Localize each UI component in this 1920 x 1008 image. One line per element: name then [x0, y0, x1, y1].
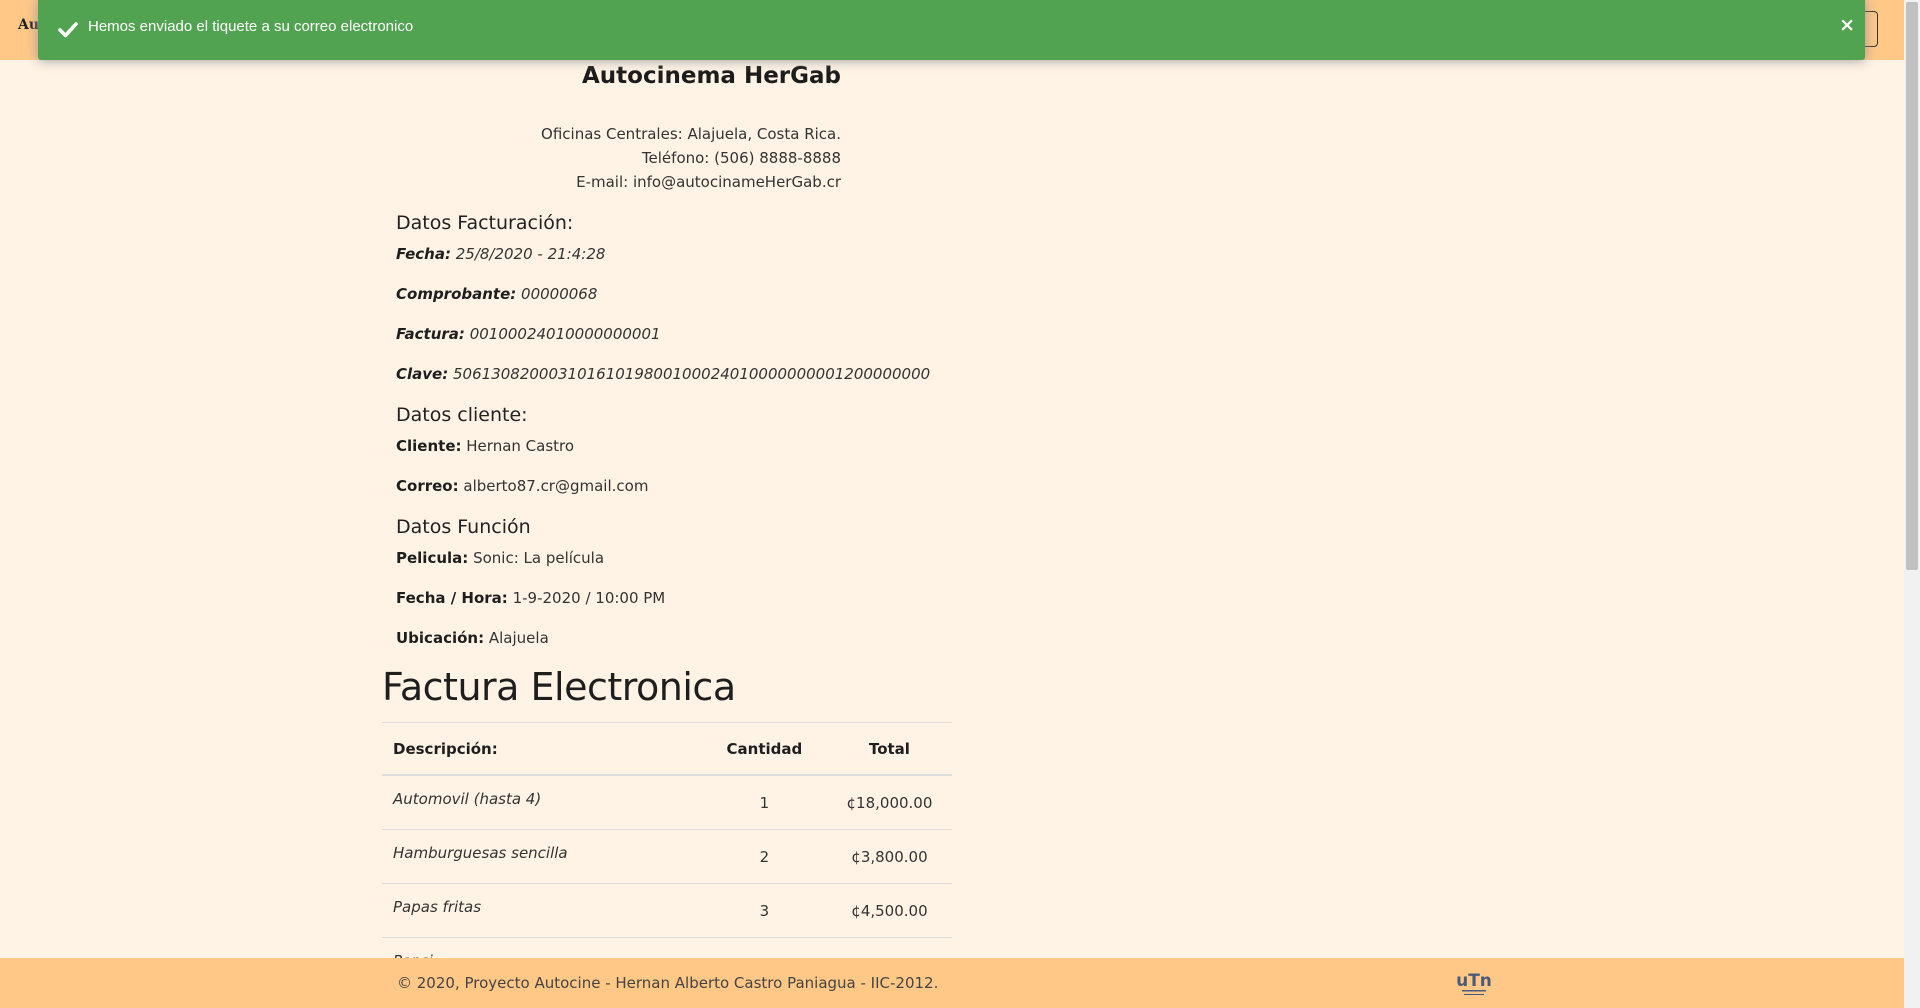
- billing-key: Clave: 506130820003101610198001000240100…: [396, 365, 930, 383]
- billing-date-label: Fecha:: [396, 245, 451, 263]
- header-total: Total: [826, 722, 952, 776]
- table-row: Hamburguesas sencilla 2 ¢3,800.00: [382, 829, 952, 884]
- billing-date-value: 25/8/2020 - 21:4:28: [455, 245, 606, 263]
- function-section-title: Datos Función: [396, 516, 531, 538]
- row-description: Automovil (hasta 4): [382, 774, 702, 830]
- success-toast[interactable]: Hemos enviado el tiquete a su correo ele…: [38, 0, 1865, 60]
- row-quantity: 1: [701, 774, 827, 830]
- row-total: ¢18,000.00: [826, 774, 952, 830]
- client-email-label: Correo:: [396, 477, 459, 495]
- invoice-heading: Factura Electronica: [382, 665, 736, 709]
- function-location-label: Ubicación:: [396, 629, 485, 647]
- function-datetime-label: Fecha / Hora:: [396, 589, 508, 607]
- svg-text:uTn: uTn: [1456, 971, 1492, 991]
- invoice-table: Descripción: Cantidad Total Automovil (h…: [382, 722, 952, 991]
- header-quantity: Cantidad: [701, 722, 827, 776]
- header-description: Descripción:: [382, 722, 702, 776]
- row-description: Papas fritas: [382, 883, 702, 938]
- billing-invoice-label: Factura:: [396, 325, 465, 343]
- company-info: Oficinas Centrales: Alajuela, Costa Rica…: [380, 122, 841, 194]
- client-name-label: Cliente:: [396, 437, 462, 455]
- billing-invoice-value: 00100024010000000001: [469, 325, 661, 343]
- row-quantity: 3: [701, 883, 827, 938]
- company-email: E-mail: info@autocinameHerGab.cr: [576, 173, 841, 191]
- billing-invoice-number: Factura: 00100024010000000001: [396, 325, 661, 343]
- function-movie-value: Sonic: La película: [473, 549, 605, 567]
- billing-voucher-value: 00000068: [521, 285, 598, 303]
- footer-copyright: © 2020, Proyecto Autocine - Hernan Alber…: [397, 974, 939, 992]
- billing-voucher: Comprobante: 00000068: [396, 285, 597, 303]
- billing-voucher-label: Comprobante:: [396, 285, 517, 303]
- checkmark-icon: [58, 22, 78, 38]
- toast-close-button[interactable]: ×: [1839, 14, 1855, 36]
- client-name-value: Hernan Castro: [466, 437, 575, 455]
- utn-logo-icon: uTn: [1456, 971, 1492, 995]
- invoice-table-header: Descripción: Cantidad Total: [382, 722, 952, 776]
- function-location: Ubicación: Alajuela: [396, 629, 549, 647]
- company-phone: Teléfono: (506) 8888-8888: [641, 149, 841, 167]
- table-row: Papas fritas 3 ¢4,500.00: [382, 883, 952, 938]
- billing-section-title: Datos Facturación:: [396, 212, 574, 234]
- function-location-value: Alajuela: [488, 629, 549, 647]
- vertical-scrollbar[interactable]: [1904, 0, 1920, 1008]
- client-name: Cliente: Hernan Castro: [396, 437, 574, 455]
- toast-message: Hemos enviado el tiquete a su correo ele…: [88, 18, 414, 35]
- function-datetime: Fecha / Hora: 1-9-2020 / 10:00 PM: [396, 589, 665, 607]
- company-address: Oficinas Centrales: Alajuela, Costa Rica…: [541, 125, 841, 143]
- function-movie: Pelicula: Sonic: La película: [396, 549, 604, 567]
- row-total: ¢4,500.00: [826, 883, 952, 938]
- billing-date: Fecha: 25/8/2020 - 21:4:28: [396, 245, 605, 263]
- client-email-value: alberto87.cr@gmail.com: [463, 477, 649, 495]
- billing-key-value: 5061308200031016101980010002401000000000…: [453, 365, 931, 383]
- row-quantity: 2: [701, 829, 827, 884]
- table-row: Automovil (hasta 4) 1 ¢18,000.00: [382, 774, 952, 830]
- company-name: Autocinema HerGab: [581, 63, 841, 89]
- client-email: Correo: alberto87.cr@gmail.com: [396, 477, 648, 495]
- row-description: Hamburguesas sencilla: [382, 829, 702, 884]
- function-datetime-value: 1-9-2020 / 10:00 PM: [512, 589, 666, 607]
- scrollbar-thumb[interactable]: [1906, 2, 1918, 570]
- client-section-title: Datos cliente:: [396, 404, 528, 426]
- function-movie-label: Pelicula:: [396, 549, 469, 567]
- billing-key-label: Clave:: [396, 365, 449, 383]
- row-total: ¢3,800.00: [826, 829, 952, 884]
- page-footer: © 2020, Proyecto Autocine - Hernan Alber…: [0, 958, 1904, 1008]
